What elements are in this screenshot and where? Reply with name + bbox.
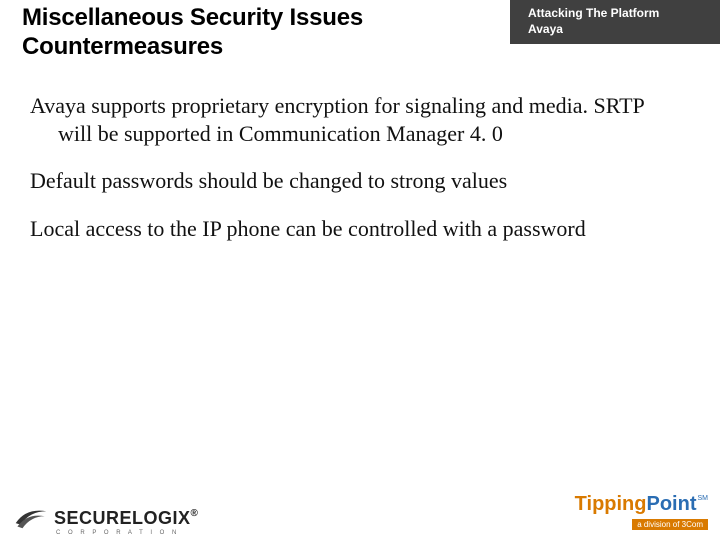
- bullet-item: Default passwords should be changed to s…: [30, 167, 670, 195]
- securelogix-text: SECURELOGIX®: [54, 508, 198, 529]
- tippingpoint-text: TippingPointSM: [575, 494, 708, 514]
- tipping-part1: Tipping: [575, 493, 647, 515]
- tipping-part2: Point: [647, 493, 697, 515]
- footer-left-logo: SECURELOGIX®: [14, 506, 198, 530]
- slide-title: Miscellaneous Security Issues Countermea…: [22, 4, 482, 62]
- header-band: Attacking The Platform Avaya: [510, 0, 720, 44]
- slide: Attacking The Platform Avaya Miscellaneo…: [0, 0, 720, 540]
- securelogix-swoosh-icon: [14, 506, 48, 530]
- securelogix-name: SECURELOGIX: [54, 508, 191, 528]
- bullet-item: Local access to the IP phone can be cont…: [30, 215, 670, 243]
- tippingpoint-subtext: a division of 3Com: [632, 519, 708, 530]
- header-line2: Avaya: [528, 21, 708, 37]
- registered-mark: ®: [191, 508, 199, 519]
- service-mark: SM: [697, 495, 709, 502]
- bullet-item: Avaya supports proprietary encryption fo…: [30, 92, 670, 147]
- securelogix-subtext: C O R P O R A T I O N: [56, 530, 179, 536]
- header-line1: Attacking The Platform: [528, 6, 659, 20]
- footer-right-logo: TippingPointSM a division of 3Com: [575, 494, 708, 532]
- slide-body: Avaya supports proprietary encryption fo…: [30, 92, 670, 262]
